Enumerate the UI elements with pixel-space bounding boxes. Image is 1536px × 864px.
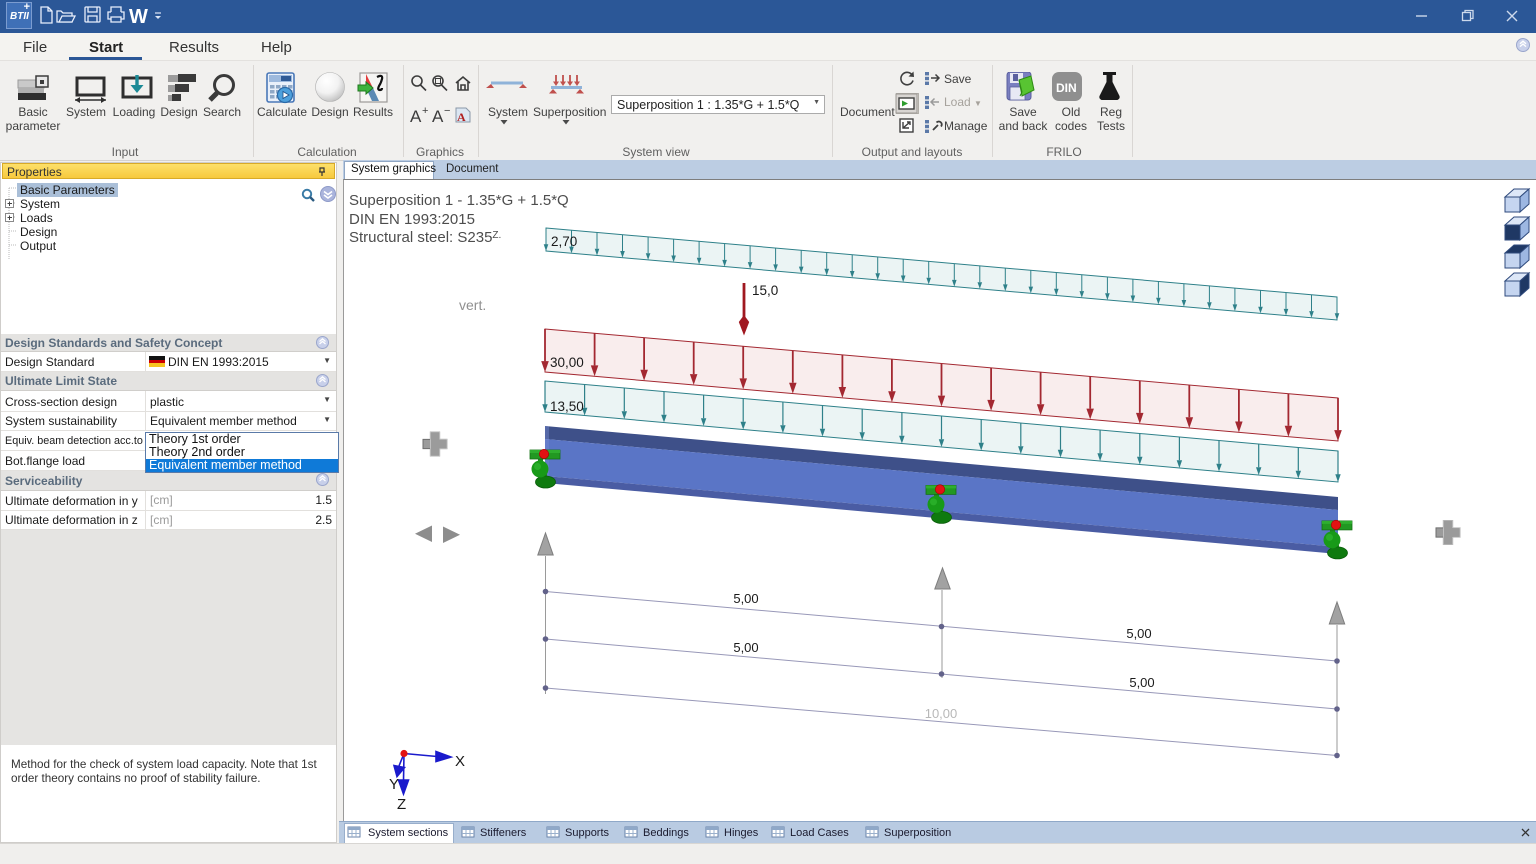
svg-text:2,70: 2,70 (551, 234, 577, 249)
svg-text:15,0: 15,0 (752, 283, 778, 298)
svg-text:A: A (410, 107, 422, 126)
svg-text:A: A (432, 107, 444, 126)
svg-text:Y: Y (389, 776, 399, 793)
svg-text:13,50: 13,50 (550, 399, 584, 414)
svg-text:DIN EN 1993:2015: DIN EN 1993:2015 (349, 211, 475, 228)
svg-text:−: − (444, 105, 450, 117)
svg-text:5,00: 5,00 (733, 591, 758, 606)
svg-text:Superposition 1 - 1.35*G + 1.5: Superposition 1 - 1.35*G + 1.5*Q (349, 192, 569, 209)
svg-text:vert.: vert. (459, 297, 486, 313)
svg-text:+: + (422, 105, 428, 117)
svg-text:DIN: DIN (1056, 81, 1077, 95)
svg-text:Z: Z (397, 796, 406, 813)
svg-text:Structural steel: S235Z.: Structural steel: S235Z. (349, 229, 501, 246)
svg-text:10,00: 10,00 (925, 706, 958, 721)
svg-text:5,00: 5,00 (1129, 675, 1154, 690)
svg-text:30,00: 30,00 (550, 355, 584, 370)
svg-text:A: A (457, 110, 466, 124)
svg-text:X: X (455, 753, 465, 770)
svg-text:5,00: 5,00 (1126, 626, 1151, 641)
svg-text:W: W (129, 6, 148, 28)
svg-text:5,00: 5,00 (733, 640, 758, 655)
